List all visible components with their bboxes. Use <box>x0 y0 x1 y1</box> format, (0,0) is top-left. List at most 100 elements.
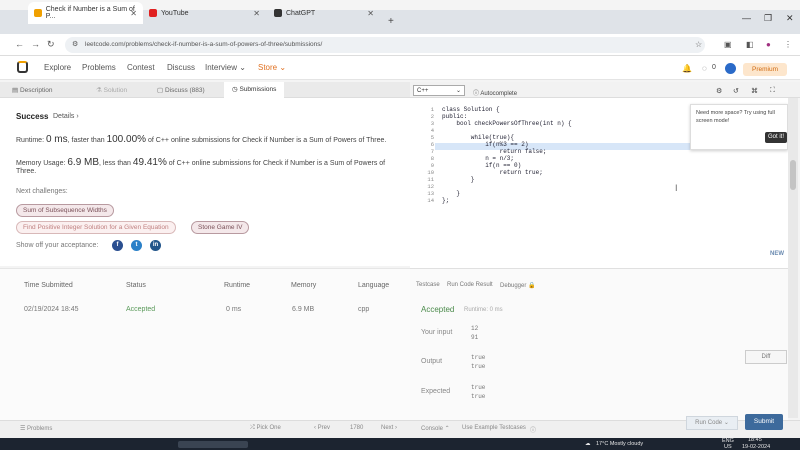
pick-one-button[interactable]: ⤮ Pick One <box>250 425 281 432</box>
tab-description[interactable]: ▤ Description <box>12 86 52 94</box>
notification-bell-icon[interactable]: 🔔 <box>682 64 692 73</box>
avatar[interactable] <box>725 63 736 74</box>
fullscreen-icon[interactable]: ⛶ <box>770 87 775 95</box>
prev-button[interactable]: ‹ Prev <box>314 425 330 431</box>
linkedin-icon[interactable]: in <box>150 240 161 251</box>
code-line[interactable]: if(n%3 == 2) <box>442 141 572 148</box>
menu-kebab-icon[interactable]: ⋮ <box>784 40 792 49</box>
window-close-icon[interactable]: ✕ <box>786 13 794 24</box>
shortcut-icon[interactable]: ⌘ <box>751 87 758 95</box>
tab-solution[interactable]: ⚗ Solution <box>96 86 127 94</box>
tab-discuss[interactable]: ▢ Discuss (883) <box>157 86 205 94</box>
autocomplete-toggle[interactable]: ⓘ Autocomplete <box>473 88 517 97</box>
site-info-icon[interactable]: ⚙ <box>72 37 78 53</box>
run-code-label: Run Code <box>695 420 723 426</box>
editor-scrollbar[interactable] <box>788 98 798 418</box>
close-icon[interactable]: ✕ <box>367 9 374 18</box>
use-example-testcases-button[interactable]: Use Example Testcases <box>462 425 526 431</box>
code-line[interactable]: public: <box>442 113 572 120</box>
close-icon[interactable]: ✕ <box>253 9 260 18</box>
browser-tab-youtube[interactable]: YouTube ✕ <box>143 2 266 24</box>
info-icon[interactable]: ⓘ <box>530 425 536 434</box>
reset-icon[interactable]: ↺ <box>733 87 739 95</box>
code-line[interactable]: return true; <box>442 169 572 176</box>
bookmark-star-icon[interactable]: ☆ <box>695 40 702 49</box>
editor-toolbar <box>410 82 800 98</box>
sidepanel-icon[interactable]: ◧ <box>746 40 754 49</box>
extensions-icon[interactable]: ▣ <box>724 40 732 49</box>
facebook-icon[interactable]: f <box>112 240 123 251</box>
premium-button[interactable]: Premium <box>743 63 787 76</box>
code-line[interactable]: n = n/3; <box>442 155 572 162</box>
col-header-language: Language <box>358 282 390 289</box>
scrollbar-thumb[interactable] <box>790 160 796 190</box>
autocomplete-label: Autocomplete <box>480 91 518 97</box>
site-header <box>0 56 800 80</box>
nav-problems[interactable]: Problems <box>82 63 116 72</box>
console-tab-run-result[interactable]: Run Code Result <box>447 282 493 288</box>
close-icon[interactable]: ✕ <box>130 9 137 18</box>
code-line[interactable]: } <box>442 176 572 183</box>
chevron-right-icon: › <box>393 425 398 431</box>
diff-button[interactable]: Diff <box>745 350 787 364</box>
nav-discuss[interactable]: Discuss <box>167 63 195 72</box>
challenge-chip-find-positive-integer[interactable]: Find Positive Integer Solution for a Giv… <box>16 221 176 234</box>
console-tab-debugger[interactable]: Debugger 🔒 <box>500 282 536 289</box>
coin-icon[interactable]: ◌ <box>702 64 707 73</box>
forward-icon[interactable]: → <box>31 39 40 49</box>
clock-time[interactable]: 18:45 <box>748 437 762 443</box>
settings-gear-icon[interactable]: ⚙ <box>716 87 722 95</box>
memory-line: Memory Usage: 6.9 MB, less than 49.41% o… <box>16 157 385 168</box>
reload-icon[interactable]: ↻ <box>47 39 55 50</box>
row-status[interactable]: Accepted <box>126 306 155 313</box>
weather-text[interactable]: 17°C Mostly cloudy <box>596 441 643 447</box>
row-runtime: 0 ms <box>226 306 242 313</box>
back-icon[interactable]: ← <box>15 39 24 49</box>
code-line[interactable]: if(n == 0) <box>442 162 572 169</box>
tab-submissions[interactable]: ◷ Submissions <box>224 82 285 98</box>
nav-explore[interactable]: Explore <box>44 63 71 72</box>
new-tab-icon[interactable]: + <box>388 16 394 27</box>
challenge-chip-sum-of-subsequence-widths[interactable]: Sum of Subsequence Widths <box>16 204 114 217</box>
code-line[interactable] <box>442 127 572 134</box>
details-link[interactable]: Details › <box>53 113 79 120</box>
code-line[interactable]: class Solution { <box>442 106 572 113</box>
console-tab-testcase[interactable]: Testcase <box>416 282 440 288</box>
code-line[interactable]: } <box>442 190 572 197</box>
challenge-chip-stone-game-iv[interactable]: Stone Game IV <box>191 221 250 234</box>
submit-button[interactable]: Submit <box>745 414 783 430</box>
code-line[interactable]: bool checkPowersOfThree(int n) { <box>442 120 571 127</box>
browser-tab-leetcode[interactable]: Check if Number is a Sum of P... ✕ <box>28 2 143 24</box>
line-number: 3 <box>430 120 434 127</box>
code-line[interactable]: return false; <box>442 148 572 155</box>
code-line[interactable]: }; <box>442 197 572 204</box>
maximize-icon[interactable]: ❐ <box>764 13 772 24</box>
url-bar[interactable]: ⚙ leetcode.com/problems/check-if-number-… <box>65 37 705 53</box>
code-line[interactable]: while(true){ <box>442 134 572 141</box>
console-toggle-button[interactable]: Console ⌃ <box>421 425 450 432</box>
expected-line: true <box>471 393 486 400</box>
coin-count: 0 <box>712 64 716 71</box>
nav-interview[interactable]: Interview ⌄ <box>205 63 246 72</box>
browser-tab-chatgpt[interactable]: ChatGPT ✕ <box>268 2 380 24</box>
leetcode-logo-icon[interactable] <box>17 61 28 73</box>
profile-icon[interactable]: ● <box>766 40 771 49</box>
language-select-value: C++ <box>417 88 429 94</box>
nav-contest[interactable]: Contest <box>127 63 155 72</box>
twitter-icon[interactable]: t <box>131 240 142 251</box>
chevron-down-icon: ⌄ <box>279 63 287 72</box>
bottom-action-bar <box>0 420 800 438</box>
page-number[interactable]: 1780 <box>350 425 363 431</box>
language-select[interactable]: C++ ⌄ <box>413 85 465 96</box>
line-number: 4 <box>430 127 434 134</box>
taskbar-search-box[interactable] <box>178 441 248 448</box>
line-number: 2 <box>430 113 434 120</box>
code-lines[interactable]: class Solution {public: bool checkPowers… <box>442 106 572 204</box>
minimize-icon[interactable]: — <box>742 13 751 23</box>
problems-list-button[interactable]: ☰ Problems <box>20 425 52 432</box>
code-line[interactable] <box>442 183 572 190</box>
got-it-button[interactable]: Got it! <box>765 132 787 143</box>
nav-store[interactable]: Store ⌄ <box>258 63 286 72</box>
run-code-button[interactable]: Run Code ⌄ <box>686 416 738 430</box>
next-button[interactable]: Next › <box>381 425 397 431</box>
